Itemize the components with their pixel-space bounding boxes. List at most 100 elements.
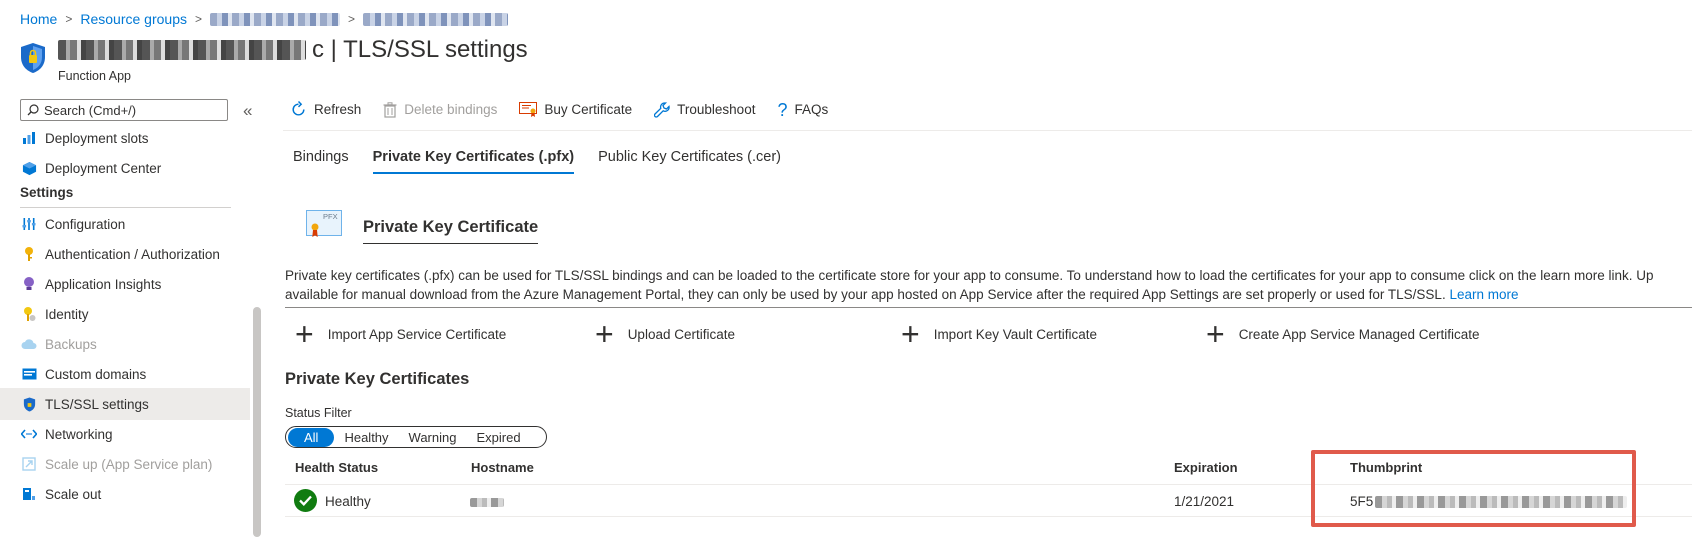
private-key-certificates-heading: Private Key Certificates [285,370,470,388]
sidebar-item-backups[interactable]: Backups [0,328,250,360]
filter-warning[interactable]: Warning [399,428,467,447]
sidebar: Deployment slots Deployment Center Setti… [0,125,250,537]
sidebar-item-authentication[interactable]: Authentication / Authorization [0,238,250,270]
sidebar-item-label: Deployment Center [45,160,162,176]
sidebar-item-label: Backups [45,336,97,352]
deployment-slots-icon [19,129,39,147]
delete-bindings-label: Delete bindings [404,102,498,117]
search-placeholder: Search (Cmd+/) [44,102,137,118]
breadcrumb-resource-groups[interactable]: Resource groups [80,11,187,27]
custom-domains-icon [19,365,39,383]
import-key-vault-certificate-button[interactable]: + Import Key Vault Certificate [901,316,1097,352]
certificate-icon [519,101,538,117]
plus-icon: + [901,316,920,352]
column-header-health-status[interactable]: Health Status [295,460,378,475]
buy-certificate-label: Buy Certificate [544,102,633,117]
sidebar-item-label: Scale up (App Service plan) [45,456,213,472]
upload-certificate-button[interactable]: + Upload Certificate [595,316,735,352]
hostname-redacted [470,498,504,507]
sidebar-item-application-insights[interactable]: Application Insights [0,268,250,300]
identity-icon [19,305,39,323]
configuration-icon [19,215,39,233]
sidebar-scrollbar[interactable] [253,307,261,537]
action-label: Create App Service Managed Certificate [1238,326,1480,342]
shield-icon [21,43,45,73]
deployment-center-icon [19,159,39,177]
search-icon [27,104,39,116]
description-divider [285,307,1692,308]
search-input[interactable]: Search (Cmd+/) [20,99,228,121]
sidebar-item-identity[interactable]: Identity [0,298,250,330]
tab-bindings[interactable]: Bindings [293,149,349,174]
sidebar-item-label: Deployment slots [45,130,149,146]
breadcrumb: Home > Resource groups > > [20,11,509,27]
svg-text:PFX: PFX [323,212,338,221]
description-line-1: Private key certificates (.pfx) can be u… [285,268,1654,283]
sidebar-item-label: Scale out [45,486,102,502]
row-expiration: 1/21/2021 [1174,494,1235,509]
sidebar-item-scale-up[interactable]: Scale up (App Service plan) [0,448,250,480]
import-app-service-certificate-button[interactable]: + Import App Service Certificate [295,318,507,350]
filter-all[interactable]: All [288,427,335,447]
shield-icon [19,395,39,413]
faqs-label: FAQs [794,102,829,117]
app-name-redacted [58,40,306,60]
sidebar-item-configuration[interactable]: Configuration [0,208,250,240]
command-bar: Refresh Delete bindings Buy Certificate … [290,99,850,120]
plus-icon: + [1206,316,1225,352]
page-title-text: c | TLS/SSL settings [312,36,528,63]
sidebar-item-label: Identity [45,306,89,322]
chevron-right-icon: > [195,12,203,26]
refresh-button[interactable]: Refresh [290,101,361,118]
certificate-description: Private key certificates (.pfx) can be u… [285,266,1692,304]
sidebar-item-custom-domains[interactable]: Custom domains [0,358,250,390]
sidebar-item-label: Custom domains [45,366,147,382]
filter-expired[interactable]: Expired [466,428,530,447]
refresh-label: Refresh [314,102,362,117]
action-label: Import App Service Certificate [327,326,507,342]
tab-public-key-certificates[interactable]: Public Key Certificates (.cer) [598,149,781,174]
create-managed-certificate-button[interactable]: + Create App Service Managed Certificate [1206,316,1480,352]
plus-icon: + [595,316,614,352]
sidebar-item-label: Authentication / Authorization [45,246,220,262]
trash-icon [383,101,397,118]
sidebar-item-scale-out[interactable]: Scale out [0,478,250,510]
column-header-expiration[interactable]: Expiration [1174,460,1238,475]
action-label: Upload Certificate [627,326,735,342]
filter-healthy[interactable]: Healthy [334,428,398,447]
networking-icon [19,425,39,443]
wrench-icon [654,101,670,118]
status-filter-label: Status Filter [285,406,352,420]
sidebar-item-deployment-center[interactable]: Deployment Center [0,152,250,184]
sidebar-item-tls-ssl-settings[interactable]: TLS/SSL settings [0,388,250,420]
description-line-2: available for manual download from the A… [285,287,1446,302]
troubleshoot-label: Troubleshoot [677,102,756,117]
pfx-certificate-icon: PFX [306,210,342,240]
scale-up-icon [19,455,39,473]
sidebar-item-networking[interactable]: Networking [0,418,250,450]
collapse-sidebar-icon[interactable]: « [243,101,252,121]
column-header-hostname[interactable]: Hostname [471,460,534,475]
action-label: Import Key Vault Certificate [933,326,1097,342]
breadcrumb-app-redacted[interactable] [363,12,509,26]
breadcrumb-home[interactable]: Home [20,11,57,27]
sidebar-item-label: Configuration [45,216,126,232]
question-icon: ? [777,99,788,120]
thumbprint-highlight-box [1311,450,1636,527]
cloud-icon [19,335,39,353]
learn-more-link[interactable]: Learn more [1449,287,1518,302]
toolbar-divider [283,130,1692,131]
delete-bindings-button[interactable]: Delete bindings [383,101,498,118]
sidebar-item-deployment-slots[interactable]: Deployment slots [0,125,250,154]
settings-section-heading: Settings [20,185,74,200]
private-key-certificate-title: Private Key Certificate [363,218,539,244]
buy-certificate-button[interactable]: Buy Certificate [519,101,633,118]
breadcrumb-resource-group-redacted[interactable] [210,12,341,26]
troubleshoot-button[interactable]: Troubleshoot [654,101,756,118]
key-icon [19,245,39,263]
status-filter: All Healthy Warning Expired [285,426,547,448]
scale-out-icon [19,485,39,503]
faqs-button[interactable]: ? FAQs [777,99,829,120]
chevron-right-icon: > [348,12,356,26]
tab-private-key-certificates[interactable]: Private Key Certificates (.pfx) [372,149,575,174]
